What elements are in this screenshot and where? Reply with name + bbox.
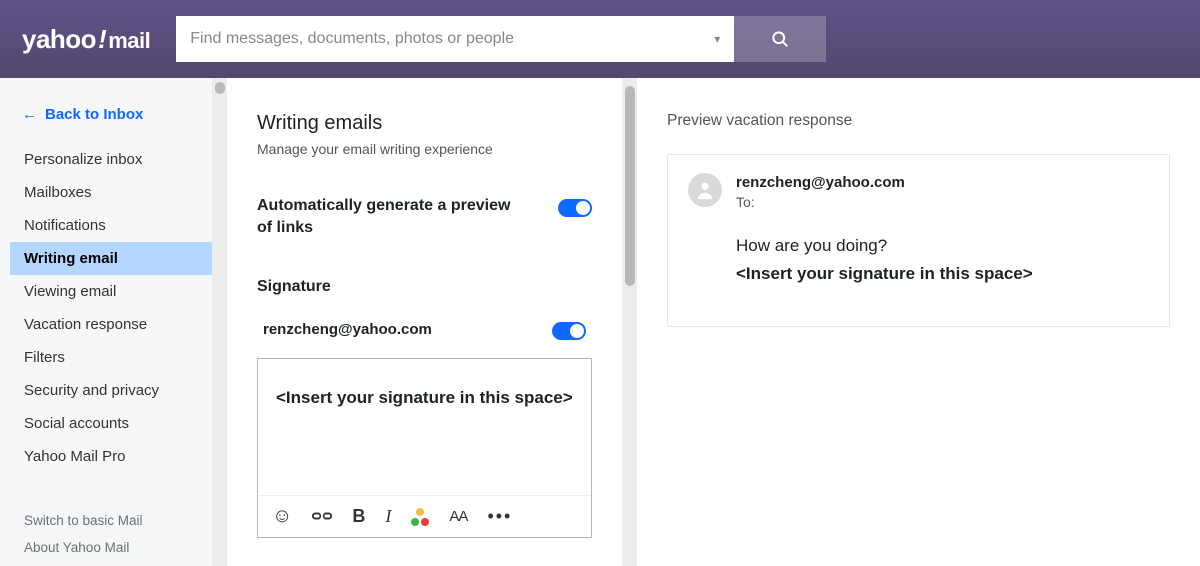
sidebar-item-security-and-privacy[interactable]: Security and privacy: [0, 374, 212, 407]
preview-card: renzcheng@yahoo.com To: How are you doin…: [667, 154, 1170, 327]
bold-icon[interactable]: B: [352, 506, 365, 527]
sidebar-item-mailboxes[interactable]: Mailboxes: [0, 176, 212, 209]
logo-bang: !: [98, 24, 106, 55]
sidebar-item-vacation-response[interactable]: Vacation response: [0, 308, 212, 341]
preview-body: How are you doing? <Insert your signatur…: [688, 236, 1149, 284]
page-title: Writing emails: [257, 112, 592, 135]
sidebar-link-about-our-ads[interactable]: About our Ads: [0, 561, 212, 566]
preview-to-label: To:: [736, 193, 905, 212]
sidebar-item-social-accounts[interactable]: Social accounts: [0, 407, 212, 440]
sidebar-item-notifications[interactable]: Notifications: [0, 209, 212, 242]
preview-from-row: renzcheng@yahoo.com To:: [688, 173, 1149, 212]
settings-panel: Writing emails Manage your email writing…: [227, 78, 623, 566]
setting-link-preview: Automatically generate a preview of link…: [257, 195, 592, 238]
preview-body-line: How are you doing?: [736, 236, 1149, 256]
preview-signature-line: <Insert your signature in this space>: [736, 264, 1149, 284]
signature-textarea[interactable]: <Insert your signature in this space>: [258, 359, 591, 495]
sidebar-item-viewing-email[interactable]: Viewing email: [0, 275, 212, 308]
page-subtitle: Manage your email writing experience: [257, 141, 592, 157]
logo-product: mail: [108, 28, 150, 54]
link-icon[interactable]: [312, 506, 332, 527]
logo-brand: yahoo: [22, 24, 96, 55]
sidebar-item-filters[interactable]: Filters: [0, 341, 212, 374]
settings-sidebar: ← Back to Inbox Personalize inbox Mailbo…: [0, 78, 213, 566]
signature-heading: Signature: [257, 278, 592, 296]
more-icon[interactable]: •••: [487, 506, 512, 527]
signature-editor: <Insert your signature in this space> ☺ …: [257, 358, 592, 538]
avatar: [688, 173, 722, 207]
preview-heading: Preview vacation response: [667, 112, 1170, 130]
signature-account-row: renzcheng@yahoo.com: [257, 318, 592, 340]
scroll-thumb[interactable]: [625, 86, 635, 286]
preview-from-email: renzcheng@yahoo.com: [736, 173, 905, 193]
search-input[interactable]: Find messages, documents, photos or peop…: [176, 16, 734, 62]
scrollbar-settings-right[interactable]: [623, 78, 637, 566]
scroll-arrow-up[interactable]: [215, 82, 225, 94]
font-size-icon[interactable]: AA: [449, 508, 467, 525]
arrow-left-icon: ←: [22, 106, 37, 123]
italic-icon[interactable]: I: [385, 506, 391, 527]
search-button[interactable]: [734, 16, 826, 62]
sidebar-item-writing-email[interactable]: Writing email: [10, 242, 212, 275]
sidebar-item-personalize-inbox[interactable]: Personalize inbox: [0, 143, 212, 176]
app-header: yahoo!mail Find messages, documents, pho…: [0, 0, 1200, 78]
search-icon: [770, 29, 790, 49]
toggle-link-preview[interactable]: [558, 199, 592, 217]
signature-email: renzcheng@yahoo.com: [263, 321, 432, 338]
signature-toolbar: ☺ B I AA •••: [258, 495, 591, 537]
toggle-signature[interactable]: [552, 322, 586, 340]
search-placeholder: Find messages, documents, photos or peop…: [190, 30, 514, 48]
text-color-icon[interactable]: [411, 508, 429, 526]
sidebar-item-yahoo-mail-pro[interactable]: Yahoo Mail Pro: [0, 440, 212, 473]
preview-panel: Preview vacation response renzcheng@yaho…: [637, 78, 1200, 566]
chevron-down-icon[interactable]: ▾: [714, 32, 720, 46]
preview-from-meta: renzcheng@yahoo.com To:: [736, 173, 905, 212]
sidebar-link-about-yahoo-mail[interactable]: About Yahoo Mail: [0, 534, 212, 561]
sidebar-secondary-group: Switch to basic Mail About Yahoo Mail Ab…: [0, 507, 212, 566]
person-icon: [694, 179, 716, 201]
emoji-icon[interactable]: ☺: [272, 505, 292, 528]
search-bar: Find messages, documents, photos or peop…: [176, 16, 826, 62]
back-to-inbox-link[interactable]: ← Back to Inbox: [0, 100, 212, 143]
scrollbar-settings-left[interactable]: [213, 78, 227, 566]
yahoo-mail-logo[interactable]: yahoo!mail: [22, 24, 150, 55]
back-label: Back to Inbox: [45, 106, 143, 123]
setting-link-preview-label: Automatically generate a preview of link…: [257, 195, 517, 238]
sidebar-link-switch-basic[interactable]: Switch to basic Mail: [0, 507, 212, 534]
